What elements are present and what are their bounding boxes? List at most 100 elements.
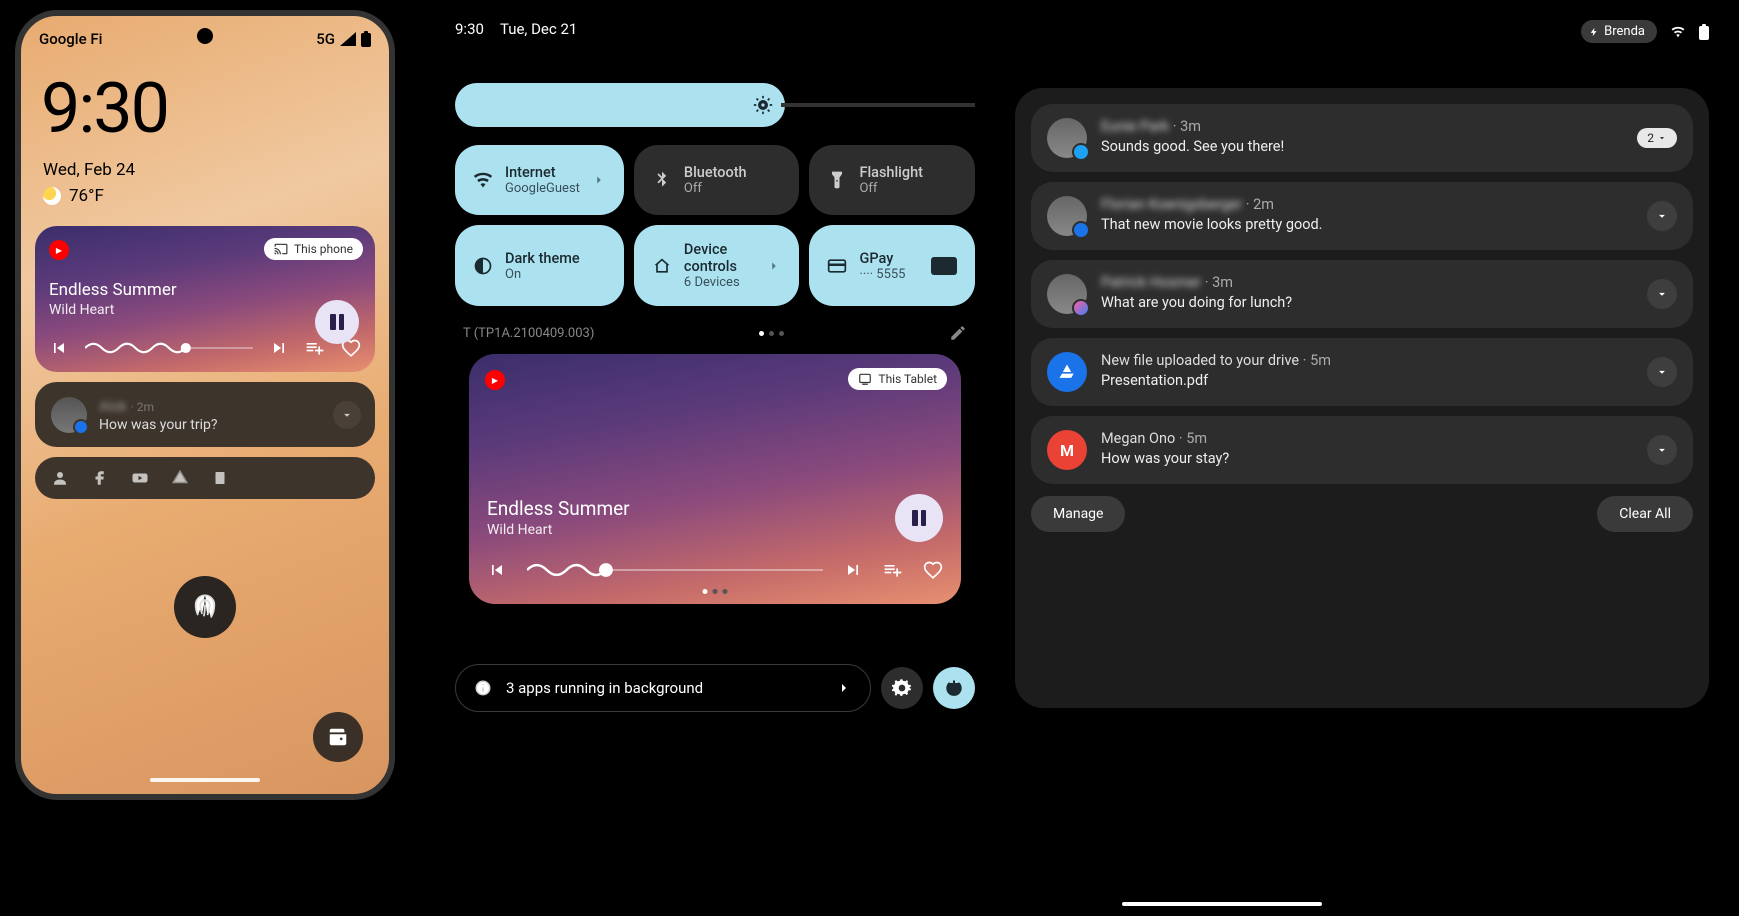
lockscreen-clock: 9:30 <box>41 68 389 150</box>
expand-button[interactable] <box>1647 357 1677 387</box>
qs-tiles: InternetGoogleGuest BluetoothOff Flashli… <box>455 145 975 306</box>
tile-flashlight[interactable]: FlashlightOff <box>809 145 975 215</box>
avatar <box>1047 118 1087 158</box>
tile-gpay[interactable]: GPay···· 5555 <box>809 225 975 306</box>
card-icon <box>827 256 847 276</box>
notification-item[interactable]: New file uploaded to your drive · 5m Pre… <box>1031 338 1693 406</box>
progress-squiggle[interactable] <box>527 560 823 580</box>
tile-device-controls[interactable]: Device controls6 Devices <box>634 225 800 306</box>
avatar <box>1047 196 1087 236</box>
next-track-icon[interactable] <box>843 560 863 580</box>
flashlight-icon <box>827 170 847 190</box>
info-icon <box>474 679 492 697</box>
notification-time: · 2m <box>131 400 154 414</box>
notification-body: How was your stay? <box>1101 450 1633 467</box>
phone-lockscreen: Google Fi 5G 9:30 Wed, Feb 24 76°F This … <box>15 10 395 800</box>
expand-button[interactable] <box>1647 435 1677 465</box>
tablet-media-card[interactable]: This Tablet Endless Summer Wild Heart <box>469 354 961 604</box>
status-date: Tue, Dec 21 <box>500 20 577 38</box>
queue-add-icon[interactable] <box>883 560 903 580</box>
power-button[interactable] <box>933 667 975 709</box>
notification-sender: Alok <box>99 399 127 415</box>
tile-internet[interactable]: InternetGoogleGuest <box>455 145 624 215</box>
cast-chip[interactable]: This phone <box>264 238 363 260</box>
notification-icon-strip[interactable] <box>35 457 375 499</box>
expand-button[interactable] <box>1647 201 1677 231</box>
track-title: Endless Summer <box>49 280 361 300</box>
dark-theme-icon <box>473 256 493 276</box>
notification-count[interactable]: 2 <box>1637 128 1677 148</box>
wallet-button[interactable] <box>313 712 363 762</box>
build-label: T (TP1A.2100409.003) <box>463 326 594 341</box>
bluetooth-icon <box>652 170 672 190</box>
chevron-right-icon <box>836 680 852 696</box>
expand-button[interactable] <box>333 401 361 429</box>
notification-body: What are you doing for lunch? <box>1101 294 1633 311</box>
temperature-label: 76°F <box>69 186 104 206</box>
notification-item[interactable]: Patrick Hosmer · 3m What are you doing f… <box>1031 260 1693 328</box>
camera-cutout <box>197 28 213 44</box>
phone-nav-handle[interactable] <box>150 778 260 782</box>
notification-item[interactable]: M Megan Ono · 5m How was your stay? <box>1031 416 1693 484</box>
payment-card-icon <box>931 257 957 275</box>
fingerprint-button[interactable] <box>174 576 236 638</box>
twitter-badge-icon <box>1072 143 1090 161</box>
notification-item[interactable]: Eunie Park · 3m Sounds good. See you the… <box>1031 104 1693 172</box>
next-track-icon[interactable] <box>269 338 289 358</box>
signal-icon <box>339 32 357 46</box>
queue-add-icon[interactable] <box>305 338 325 358</box>
youtube-music-icon <box>485 370 505 390</box>
wifi-status-icon <box>1669 25 1687 39</box>
notification-body: How was your trip? <box>99 417 217 433</box>
brightness-slider[interactable] <box>455 83 975 127</box>
media-page-indicator <box>703 589 728 594</box>
messenger-badge-icon <box>1072 299 1090 317</box>
pause-button[interactable] <box>895 494 943 542</box>
carrier-label: Google Fi <box>39 30 102 48</box>
pause-button[interactable] <box>315 300 359 344</box>
weather-icon <box>43 187 61 205</box>
battery-icon <box>361 31 371 47</box>
brightness-icon <box>753 95 773 115</box>
progress-squiggle[interactable] <box>85 338 253 358</box>
bolt-icon <box>1589 26 1599 38</box>
tile-dark-theme[interactable]: Dark themeOn <box>455 225 624 306</box>
cast-chip[interactable]: This Tablet <box>848 368 947 390</box>
gmail-app-icon: M <box>1047 430 1087 470</box>
youtube-icon <box>131 469 149 487</box>
background-apps-button[interactable]: 3 apps running in background <box>455 664 871 712</box>
track-artist: Wild Heart <box>49 302 361 318</box>
avatar <box>51 397 87 433</box>
prev-track-icon[interactable] <box>49 338 69 358</box>
wifi-icon <box>473 170 493 190</box>
tablet-nav-handle[interactable] <box>1122 902 1322 906</box>
edit-tiles-icon[interactable] <box>949 324 967 342</box>
background-apps-label: 3 apps running in background <box>506 679 822 697</box>
doc-icon <box>211 469 229 487</box>
notification-body: That new movie looks pretty good. <box>1101 216 1633 233</box>
lockscreen-date: Wed, Feb 24 <box>43 160 389 180</box>
page-indicator <box>759 331 784 336</box>
gear-icon <box>892 678 912 698</box>
youtube-music-icon <box>49 240 69 260</box>
user-chip[interactable]: Brenda <box>1581 20 1657 43</box>
clear-all-button[interactable]: Clear All <box>1597 496 1693 532</box>
prev-track-icon[interactable] <box>487 560 507 580</box>
notification-panel: Eunie Park · 3m Sounds good. See you the… <box>1015 88 1709 708</box>
notification-item[interactable]: Florian Koenigsberger · 2m That new movi… <box>1031 182 1693 250</box>
chevron-right-icon <box>592 173 606 187</box>
tablet-quick-settings: 9:30 Tue, Dec 21 InternetGoogleGuest Blu… <box>425 0 1739 916</box>
tile-bluetooth[interactable]: BluetoothOff <box>634 145 800 215</box>
facebook-icon <box>91 469 109 487</box>
notification-body: Sounds good. See you there! <box>1101 138 1623 155</box>
settings-button[interactable] <box>881 667 923 709</box>
home-icon <box>652 256 672 276</box>
messages-badge-icon <box>1072 221 1090 239</box>
phone-media-card[interactable]: This phone Endless Summer Wild Heart <box>35 226 375 372</box>
phone-notification[interactable]: Alok · 2m How was your trip? <box>35 382 375 447</box>
heart-icon[interactable] <box>923 560 943 580</box>
manage-button[interactable]: Manage <box>1031 496 1125 532</box>
expand-button[interactable] <box>1647 279 1677 309</box>
battery-status-icon <box>1699 24 1709 40</box>
power-icon <box>944 678 964 698</box>
